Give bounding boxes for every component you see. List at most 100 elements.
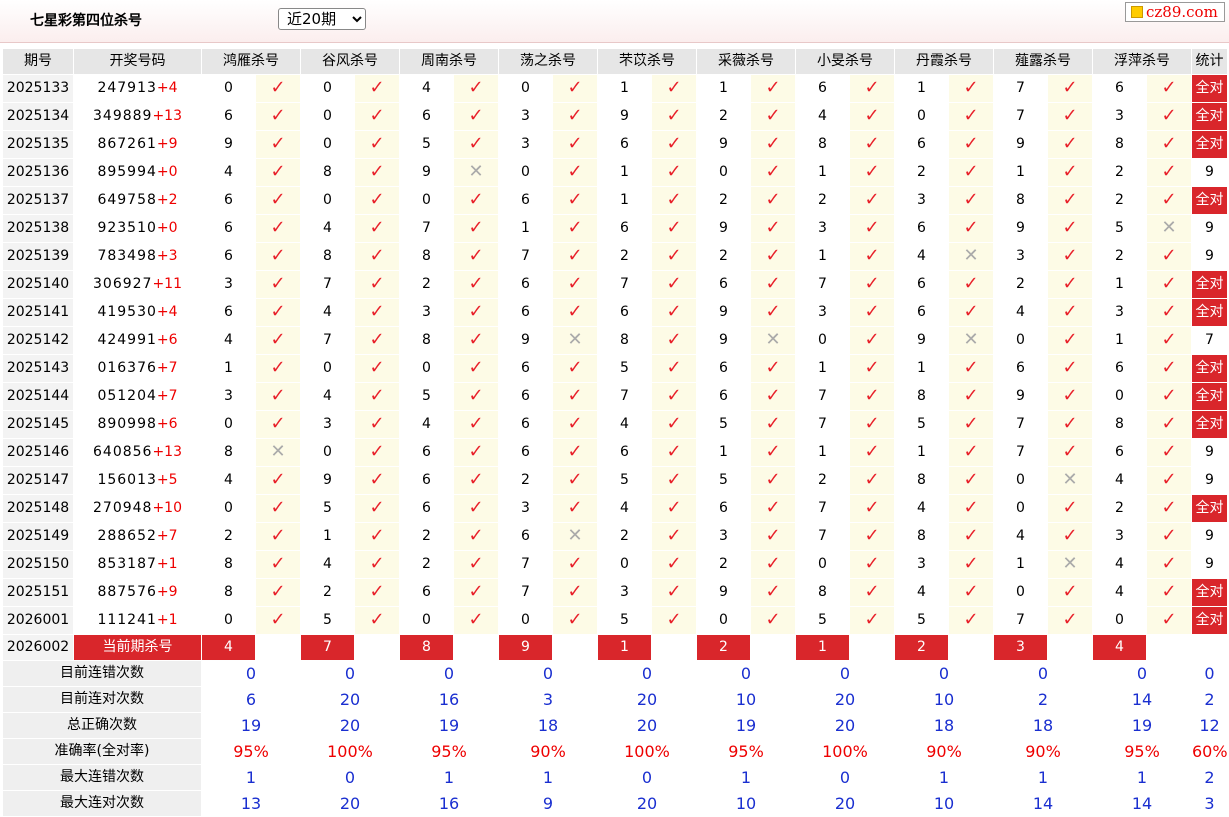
kill-number: 6 [1092, 354, 1147, 383]
check-icon: ✓ [1062, 497, 1078, 518]
site-logo[interactable]: cz89.com [1125, 2, 1225, 22]
summary-value: 1 [1092, 764, 1192, 791]
check-icon: ✓ [765, 357, 781, 378]
table-row: 2026001 111241+1 0 ✓ 5 ✓ 0 ✓ 0 ✓ 5 ✓ 0 ✓ 5 ✓ 5 ✓ 7 ✓ 0 ✓ 全对 [2, 606, 1228, 635]
check-icon: ✓ [1161, 581, 1177, 602]
kill-number: 8 [795, 578, 850, 607]
draw-numbers: 783498 [97, 248, 157, 264]
kill-number: 0 [399, 354, 454, 383]
check-icon: ✓ [651, 270, 697, 299]
check-icon: ✓ [567, 161, 583, 182]
kill-number: 1 [1092, 326, 1147, 355]
kill-number: 0 [201, 494, 256, 523]
table-row: 2025148 270948+10 0 ✓ 5 ✓ 6 ✓ 3 ✓ 4 ✓ 6 ✓ 7 ✓ 4 ✓ 0 ✓ 2 ✓ 全对 [2, 494, 1228, 523]
kill-number: 7 [597, 382, 652, 411]
check-icon: ✓ [948, 382, 994, 411]
check-icon: ✓ [849, 438, 895, 467]
kill-number: 1 [795, 242, 850, 271]
check-icon: ✓ [567, 77, 583, 98]
kill-number: 9 [894, 326, 949, 355]
check-icon: ✓ [963, 553, 979, 574]
check-icon: ✓ [255, 606, 301, 635]
check-icon: ✓ [453, 186, 499, 215]
check-icon: ✓ [369, 413, 385, 434]
kill-number: 5 [696, 466, 751, 495]
check-icon: ✓ [765, 553, 781, 574]
check-icon: ✓ [849, 102, 895, 131]
kill-number: 8 [201, 550, 256, 579]
check-icon: ✓ [369, 385, 385, 406]
kill-number: 6 [498, 438, 553, 467]
check-icon: ✓ [864, 329, 880, 350]
period-select[interactable]: 近20期 [278, 8, 366, 30]
check-icon: ✓ [468, 581, 484, 602]
check-icon: ✓ [651, 578, 697, 607]
summary-value: 95% [399, 738, 499, 765]
summary-value: 14 [1092, 790, 1192, 817]
check-icon: ✓ [552, 354, 598, 383]
check-icon: ✓ [270, 133, 286, 154]
stat-cell: 全对 [1191, 410, 1228, 439]
period-cell: 2026001 [2, 606, 74, 635]
cross-icon: ✕ [1161, 217, 1177, 238]
check-icon: ✓ [765, 441, 781, 462]
kill-number: 3 [399, 298, 454, 327]
check-icon: ✓ [1047, 494, 1093, 523]
kill-number: 0 [498, 158, 553, 187]
check-icon: ✓ [1161, 357, 1177, 378]
summary-row: 准确率(全对率) 95% 100% 95% 90% 100% 95% 100% 90% 90% 95… [2, 738, 1228, 765]
kill-number: 6 [399, 578, 454, 607]
kill-number: 0 [399, 186, 454, 215]
check-icon: ✓ [651, 410, 697, 439]
check-icon: ✓ [1146, 494, 1192, 523]
kill-number: 0 [201, 410, 256, 439]
draw-extra: +9 [156, 136, 178, 152]
check-icon: ✓ [849, 522, 895, 551]
blank-cell [948, 634, 994, 661]
check-icon: ✓ [864, 77, 880, 98]
kill-number: 9 [597, 102, 652, 131]
draw-cell: 783498+3 [73, 242, 202, 271]
summary-value: 100% [597, 738, 697, 765]
logo-square-icon [1131, 6, 1143, 18]
kill-number: 6 [201, 214, 256, 243]
kill-number: 5 [300, 606, 355, 635]
check-icon: ✓ [750, 158, 796, 187]
stat-cell: 全对 [1191, 578, 1228, 607]
check-icon: ✓ [666, 189, 682, 210]
check-icon: ✓ [849, 606, 895, 635]
kill-number: 2 [795, 186, 850, 215]
kill-number: 1 [993, 158, 1048, 187]
current-kill-number: 9 [498, 634, 553, 661]
check-icon: ✓ [1062, 245, 1078, 266]
summary-label: 最大连对次数 [2, 790, 202, 817]
summary-value: 20 [300, 790, 400, 817]
kill-number: 7 [399, 214, 454, 243]
draw-numbers: 349889 [93, 108, 153, 124]
check-icon: ✓ [750, 186, 796, 215]
check-icon: ✓ [369, 609, 385, 630]
stat-cell: 9 [1191, 550, 1228, 579]
check-icon: ✓ [666, 469, 682, 490]
check-icon: ✓ [552, 550, 598, 579]
check-icon: ✓ [1146, 606, 1192, 635]
draw-cell: 419530+4 [73, 298, 202, 327]
check-icon: ✓ [963, 413, 979, 434]
current-kill-number: 3 [993, 634, 1048, 661]
check-icon: ✓ [354, 438, 400, 467]
summary-value: 9 [498, 790, 598, 817]
check-icon: ✓ [270, 497, 286, 518]
kill-number: 7 [300, 270, 355, 299]
summary-value: 60% [1191, 738, 1228, 765]
blank-cell [849, 634, 895, 661]
check-icon: ✓ [567, 609, 583, 630]
draw-numbers: 419530 [97, 304, 157, 320]
kill-number: 4 [894, 494, 949, 523]
check-icon: ✓ [948, 102, 994, 131]
kill-number: 3 [894, 550, 949, 579]
kill-number: 4 [1092, 550, 1147, 579]
kill-number: 7 [498, 578, 553, 607]
check-icon: ✓ [1161, 189, 1177, 210]
kill-number: 6 [597, 438, 652, 467]
kill-number: 3 [498, 130, 553, 159]
